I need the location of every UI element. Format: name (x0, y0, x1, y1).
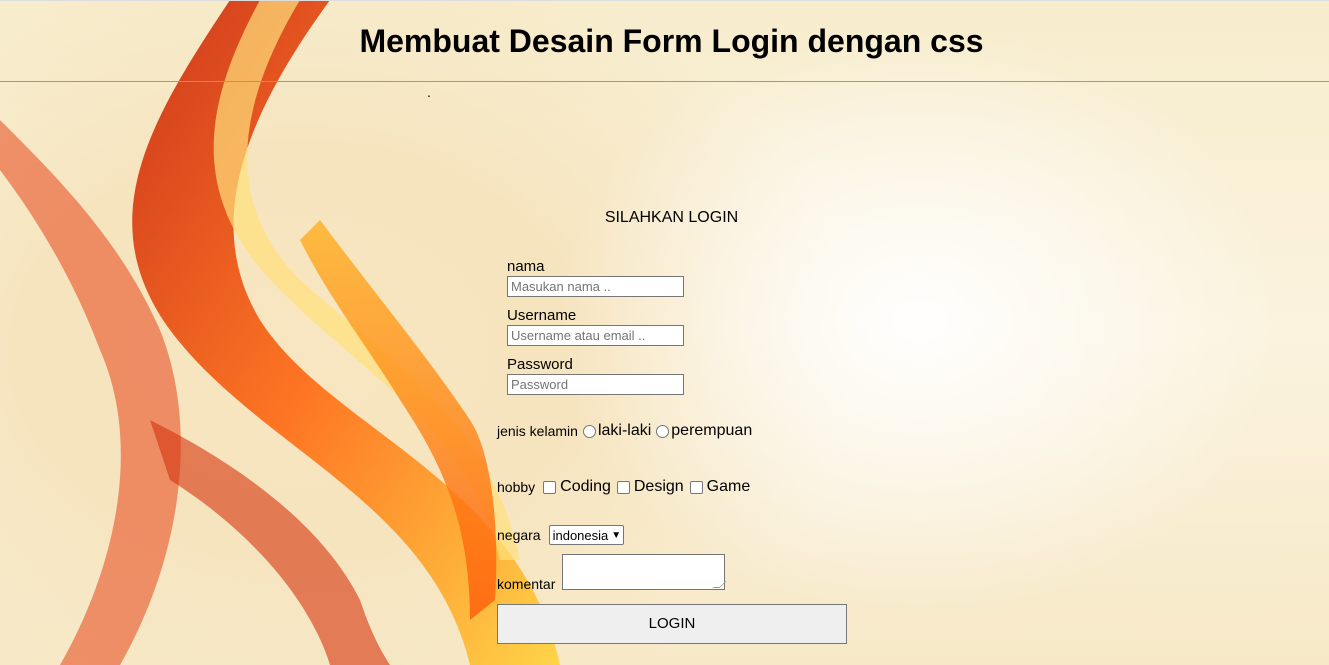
hobby-row: hobby Coding Design Game (497, 478, 750, 496)
nama-label: nama (507, 258, 545, 275)
radio-laki-laki-label[interactable]: laki-laki (598, 422, 651, 440)
gender-row: jenis kelamin laki-laki perempuan (497, 422, 752, 440)
radio-perempuan-label[interactable]: perempuan (671, 422, 752, 440)
gender-label: jenis kelamin (497, 423, 578, 439)
country-label: negara (497, 527, 541, 543)
password-input[interactable] (507, 374, 684, 395)
stray-dot: . (427, 84, 431, 100)
country-select-value: indonesia (552, 527, 609, 543)
username-label: Username (507, 307, 577, 324)
username-input[interactable] (507, 325, 684, 346)
comment-textarea[interactable] (562, 554, 727, 590)
country-row: negara indonesia ▼ (497, 525, 625, 545)
comment-row: komentar (497, 576, 559, 592)
checkbox-game[interactable] (689, 480, 703, 494)
checkbox-coding[interactable] (543, 480, 557, 494)
checkbox-design-label[interactable]: Design (634, 478, 684, 496)
resize-handle-icon[interactable] (712, 581, 727, 588)
radio-perempuan[interactable] (656, 424, 670, 438)
page-header: Membuat Desain Form Login dengan css (0, 0, 1329, 82)
form-title: SILAHKAN LOGIN (604, 209, 739, 226)
radio-laki-laki[interactable] (582, 424, 596, 438)
password-label: Password (507, 356, 573, 373)
country-select[interactable]: indonesia ▼ (548, 525, 625, 545)
chevron-down-icon: ▼ (611, 529, 622, 541)
page-title: Membuat Desain Form Login dengan css (359, 23, 984, 59)
checkbox-design[interactable] (616, 480, 630, 494)
checkbox-game-label[interactable]: Game (707, 478, 751, 496)
login-button[interactable]: LOGIN (497, 604, 847, 644)
nama-input[interactable] (507, 276, 684, 297)
comment-label: komentar (497, 576, 556, 592)
checkbox-coding-label[interactable]: Coding (560, 478, 611, 496)
hobby-label: hobby (497, 479, 536, 495)
